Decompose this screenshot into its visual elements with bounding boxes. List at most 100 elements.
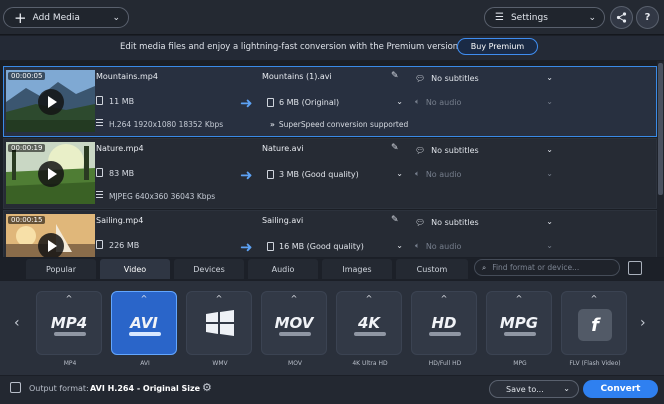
tab-popular[interactable]: Popular: [26, 259, 96, 279]
add-media-label: Add Media: [32, 12, 80, 23]
tab-images[interactable]: Images: [322, 259, 392, 279]
format-search-input[interactable]: ⌕ Find format or device...: [474, 259, 620, 276]
chevron-down-icon: ⌄: [546, 97, 553, 106]
source-size: 11 MB: [96, 96, 134, 106]
chevron-down-icon: ⌄: [563, 384, 570, 393]
search-icon: ⌕: [482, 262, 487, 272]
chevron-left-icon[interactable]: ‹: [14, 315, 20, 331]
chevron-up-icon: ^: [65, 294, 73, 303]
output-filename[interactable]: Sailing.avi: [262, 216, 303, 225]
chevron-up-icon: ^: [365, 294, 373, 303]
plus-icon: +: [14, 8, 27, 27]
flash-icon: f: [578, 309, 612, 341]
file-row-sailing[interactable]: 00:00:15 Sailing.mp4 226 MB ➜ Sailing.av…: [3, 210, 657, 257]
source-size: 83 MB: [96, 168, 134, 178]
edit-icon[interactable]: ✎: [391, 215, 405, 227]
tab-custom[interactable]: Custom: [396, 259, 468, 279]
video-thumbnail: 00:00:15: [6, 214, 95, 257]
chevron-down-icon: ⌄: [546, 145, 553, 154]
edit-icon[interactable]: ✎: [391, 143, 405, 155]
format-mpg[interactable]: ^ MPG MPG: [486, 291, 552, 367]
format-avi[interactable]: ^ AVI AVI: [111, 291, 177, 367]
buy-premium-button[interactable]: Buy Premium: [457, 38, 538, 55]
windows-logo-icon: [206, 310, 234, 336]
format-logo: 4K: [357, 314, 381, 332]
tab-video[interactable]: Video: [100, 259, 170, 279]
subtitles-icon: 💬︎: [415, 145, 426, 155]
duration-badge: 00:00:15: [8, 216, 46, 224]
chevron-up-icon: ^: [590, 294, 598, 303]
share-button[interactable]: [610, 6, 633, 29]
source-filename: Mountains.mp4: [96, 72, 158, 81]
audio-dropdown[interactable]: 🔈︎ No audio ⌄: [414, 95, 556, 109]
settings-label: Settings: [510, 12, 548, 23]
play-button[interactable]: [38, 233, 64, 257]
search-placeholder: Find format or device...: [492, 263, 580, 272]
chevron-right-icon[interactable]: ›: [640, 315, 646, 331]
chevron-up-icon: ^: [290, 294, 298, 303]
subtitles-dropdown[interactable]: 💬︎ No subtitles ⌄: [414, 215, 556, 229]
chevron-down-icon: ⌄: [396, 97, 403, 106]
source-size: 226 MB: [96, 240, 139, 250]
chevron-down-icon: ⌄: [396, 169, 403, 178]
settings-button[interactable]: ☰ Settings ⌄: [484, 7, 605, 28]
film-icon: [96, 119, 103, 128]
chevron-up-icon: ^: [440, 294, 448, 303]
settings-icon: ☰: [495, 12, 504, 23]
format-mov[interactable]: ^ MOV MOV: [261, 291, 327, 367]
output-format-label: Output format:: [29, 384, 89, 393]
output-filename[interactable]: Mountains (1).avi: [262, 72, 332, 81]
help-button[interactable]: ?: [636, 6, 659, 29]
format-label: 4K Ultra HD: [352, 360, 388, 367]
duration-badge: 00:00:19: [8, 144, 46, 152]
format-4k[interactable]: ^ 4K 4K Ultra HD: [336, 291, 402, 367]
chevron-down-icon: ⌄: [396, 241, 403, 250]
convert-arrow-icon: ➜: [240, 166, 252, 184]
promo-text: Edit media files and enjoy a lightning-f…: [120, 42, 462, 52]
gear-icon[interactable]: ⚙: [202, 381, 212, 394]
format-mp4[interactable]: ^ MP4 MP4: [36, 291, 102, 367]
top-toolbar: + Add Media ⌄ ☰ Settings ⌄ ?: [0, 0, 664, 35]
scrollbar-thumb[interactable]: [658, 63, 663, 195]
subtitles-dropdown[interactable]: 💬︎ No subtitles ⌄: [414, 71, 556, 85]
file-row-nature[interactable]: 00:00:19 Nature.mp4 83 MB MJPEG 640x360 …: [3, 138, 657, 209]
format-wmv[interactable]: ^ WMV: [186, 291, 252, 367]
output-size-dropdown[interactable]: 3 MB (Good quality) ⌄: [266, 167, 406, 181]
audio-dropdown[interactable]: 🔈︎ No audio ⌄: [414, 167, 556, 181]
audio-dropdown[interactable]: 🔈︎ No audio ⌄: [414, 239, 556, 253]
subtitles-dropdown[interactable]: 💬︎ No subtitles ⌄: [414, 143, 556, 157]
output-size-dropdown[interactable]: 6 MB (Original) ⌄: [266, 95, 406, 109]
source-filename: Sailing.mp4: [96, 216, 144, 225]
chevron-up-icon: ^: [215, 294, 223, 303]
format-hd[interactable]: ^ HD HD/Full HD: [411, 291, 477, 367]
edit-icon[interactable]: ✎: [391, 71, 405, 83]
add-media-button[interactable]: + Add Media ⌄: [3, 7, 129, 28]
play-button[interactable]: [38, 161, 64, 187]
format-label: WMV: [212, 360, 228, 367]
film-icon: [96, 191, 103, 200]
file-row-mountains[interactable]: 00:00:05 Mountains.mp4 11 MB H.264 1920x…: [3, 66, 657, 137]
convert-arrow-icon: ➜: [240, 94, 252, 112]
format-flv[interactable]: ^ f FLV (Flash Video): [561, 291, 627, 367]
subtitles-icon: 💬︎: [415, 217, 426, 227]
chevron-up-icon: ^: [515, 294, 523, 303]
format-label: AVI: [140, 360, 150, 367]
save-to-dropdown[interactable]: Save to... ⌄: [489, 380, 579, 398]
convert-button[interactable]: Convert: [583, 380, 658, 398]
bottom-bar: Output format: AVI H.264 - Original Size…: [0, 376, 664, 404]
video-thumbnail: 00:00:05: [6, 70, 95, 132]
output-format-value[interactable]: AVI H.264 - Original Size: [90, 384, 200, 393]
superspeed-icon: »: [270, 120, 275, 129]
play-button[interactable]: [38, 89, 64, 115]
format-label: MP4: [63, 360, 77, 367]
speaker-icon: 🔈︎: [415, 241, 420, 250]
chevron-down-icon: ⌄: [588, 13, 596, 23]
tab-devices[interactable]: Devices: [174, 259, 244, 279]
format-label: MOV: [288, 360, 302, 367]
tab-audio[interactable]: Audio: [248, 259, 318, 279]
video-thumbnail: 00:00:19: [6, 142, 95, 204]
export-icon[interactable]: [628, 261, 642, 275]
output-filename[interactable]: Nature.avi: [262, 144, 304, 153]
output-size-dropdown[interactable]: 16 MB (Good quality) ⌄: [266, 239, 406, 253]
chevron-down-icon: ⌄: [112, 13, 120, 23]
